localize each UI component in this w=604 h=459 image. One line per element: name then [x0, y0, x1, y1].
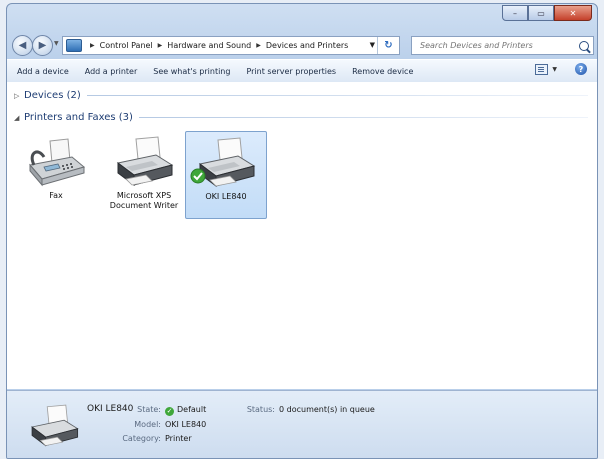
group-divider [138, 117, 588, 118]
see-whats-printing-button[interactable]: See what's printing [145, 67, 238, 76]
state-value: ✓ Default [165, 405, 206, 416]
maximize-button[interactable]: ▭ [528, 5, 554, 21]
device-item-oki-le840[interactable]: OKI LE840 [185, 131, 267, 219]
group-devices-label: Devices (2) [24, 90, 81, 101]
breadcrumb-devices-and-printers[interactable]: Devices and Printers [266, 41, 348, 50]
device-label: Microsoft XPS Document Writer [109, 191, 179, 210]
default-check-icon: ✓ [165, 407, 174, 416]
print-server-properties-button[interactable]: Print server properties [238, 67, 344, 76]
remove-device-button[interactable]: Remove device [344, 67, 421, 76]
device-label: Fax [49, 191, 63, 200]
group-divider [86, 95, 588, 96]
search-input[interactable] [412, 40, 572, 51]
recent-pages-chevron-icon[interactable]: ▼ [54, 40, 59, 47]
category-label: Category: [122, 434, 161, 443]
add-device-button[interactable]: Add a device [7, 67, 77, 76]
fax-machine-icon [29, 138, 86, 187]
command-bar-right: ▼ ? [535, 63, 597, 75]
address-row: ◀ ▶ ▼ ▶ Control Panel ▶ Hardware and Sou… [7, 33, 597, 57]
device-label: OKI LE840 [205, 192, 247, 201]
forward-arrow-icon: ▶ [38, 40, 47, 51]
group-printers-label: Printers and Faxes (3) [24, 112, 133, 123]
minimize-button[interactable]: – [502, 5, 528, 21]
breadcrumb-separator-icon[interactable]: ▶ [256, 42, 261, 49]
device-item-microsoft-xps-document-writer[interactable]: Microsoft XPS Document Writer [104, 131, 184, 217]
collapse-triangle-icon[interactable]: ◢ [14, 114, 24, 122]
device-item-fax[interactable]: Fax [16, 131, 96, 217]
command-bar: Add a device Add a printer See what's pr… [7, 59, 597, 83]
control-panel-icon [66, 39, 82, 52]
group-printers-header[interactable]: ◢ Printers and Faxes (3) [14, 112, 588, 123]
expand-triangle-icon[interactable]: ▷ [14, 92, 24, 100]
search-icon[interactable] [579, 40, 589, 51]
details-pane: OKI LE840 State: ✓ Default Model: OKI LE8… [7, 390, 597, 458]
refresh-icon: ↻ [384, 40, 393, 51]
category-value: Printer [165, 434, 192, 443]
model-label: Model: [134, 420, 161, 429]
help-icon[interactable]: ? [575, 63, 587, 75]
printer-icon [31, 404, 79, 447]
search-box[interactable] [411, 36, 594, 55]
window-controls: – ▭ ✕ [502, 5, 592, 21]
default-printer-check-icon [190, 168, 206, 184]
device-list-area: ▷ Devices (2) ◢ Printers and Faxes (3) F… [7, 82, 597, 389]
breadcrumb-hardware-and-sound[interactable]: Hardware and Sound [167, 41, 251, 50]
forward-button[interactable]: ▶ [32, 35, 53, 56]
address-bar[interactable]: ▶ Control Panel ▶ Hardware and Sound ▶ D… [62, 36, 400, 55]
view-options-chevron-icon[interactable]: ▼ [552, 66, 557, 73]
printer-icon [116, 136, 174, 186]
breadcrumb: ▶ Control Panel ▶ Hardware and Sound ▶ D… [85, 41, 348, 50]
breadcrumb-separator-icon[interactable]: ▶ [158, 42, 163, 49]
close-button[interactable]: ✕ [554, 5, 592, 21]
devices-and-printers-window: – ▭ ✕ ◀ ▶ ▼ ▶ Control Panel ▶ Hardware a… [6, 3, 598, 459]
address-dropdown-chevron-icon[interactable]: ▼ [370, 41, 375, 49]
refresh-button[interactable]: ↻ [377, 37, 399, 54]
status-value: 0 document(s) in queue [279, 405, 375, 414]
breadcrumb-separator-icon[interactable]: ▶ [90, 42, 95, 49]
breadcrumb-control-panel[interactable]: Control Panel [100, 41, 153, 50]
back-arrow-icon: ◀ [18, 40, 27, 51]
state-value-text: Default [177, 405, 207, 414]
back-button[interactable]: ◀ [12, 35, 33, 56]
status-label: Status: [246, 405, 275, 414]
group-devices-header[interactable]: ▷ Devices (2) [14, 90, 588, 101]
change-view-icon[interactable] [535, 63, 549, 75]
state-label: State: [137, 405, 161, 414]
model-value: OKI LE840 [165, 420, 207, 429]
add-printer-button[interactable]: Add a printer [77, 67, 145, 76]
